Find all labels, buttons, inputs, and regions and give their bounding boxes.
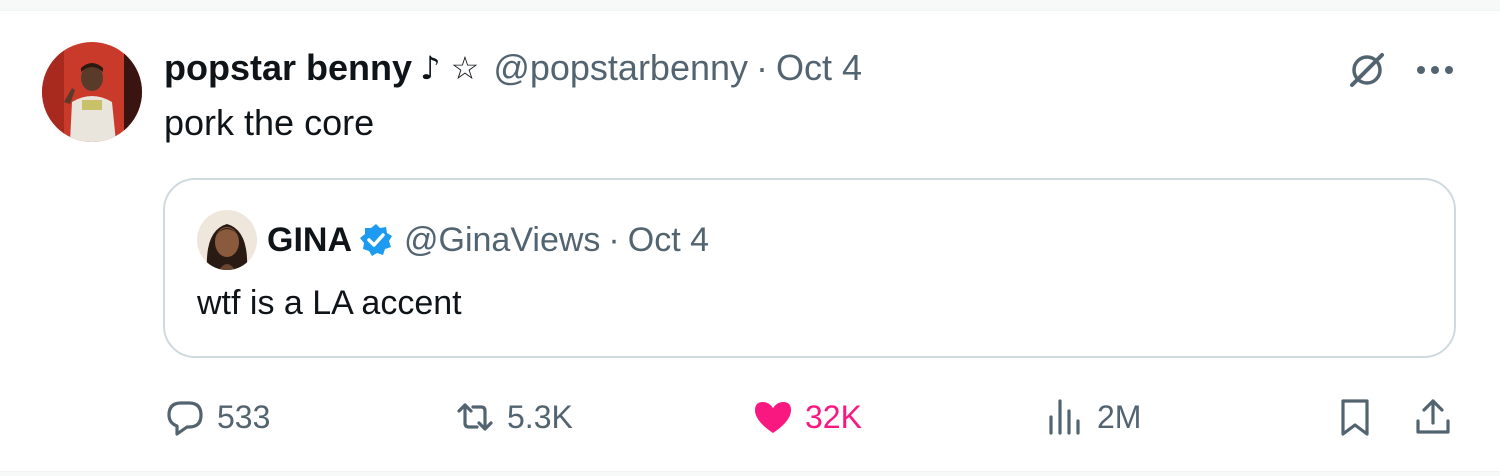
quote-separator-dot: · (608, 220, 620, 259)
author-handle[interactable]: @popstarbenny (493, 47, 748, 89)
reply-count: 533 (217, 398, 271, 435)
author-name[interactable]: popstar benny (164, 47, 412, 89)
like-button[interactable]: 32K (751, 392, 862, 442)
quote-timestamp[interactable]: Oct 4 (628, 221, 709, 260)
quote-author-avatar[interactable] (197, 210, 257, 270)
repost-count: 5.3K (507, 398, 573, 435)
views-button[interactable]: 2M (1043, 392, 1141, 442)
bottom-divider (0, 471, 1500, 476)
reply-button[interactable]: 533 (163, 392, 270, 442)
grok-button[interactable] (1342, 48, 1392, 92)
repost-arrows-icon (457, 403, 493, 431)
bookmark-icon (1341, 399, 1369, 436)
quote-header: GINA @GinaViews · Oct 4 (267, 218, 709, 262)
quote-avatar-image (197, 210, 257, 270)
tweet-timestamp[interactable]: Oct 4 (776, 47, 862, 89)
tweet-actions-bar: 533 5.3K 32K 2M (163, 392, 1463, 442)
more-dots-icon (1417, 66, 1453, 74)
bar-chart-icon (1049, 399, 1080, 435)
verified-badge-icon (358, 222, 394, 258)
share-button[interactable] (1411, 392, 1465, 442)
grok-icon (1350, 53, 1384, 87)
view-count: 2M (1097, 398, 1142, 435)
speech-bubble-icon (167, 401, 203, 436)
more-options-button[interactable] (1410, 48, 1460, 92)
author-avatar[interactable] (42, 42, 142, 142)
name-emoji-glyphs: ♪ ☆ (420, 49, 480, 87)
like-count: 32K (805, 398, 862, 435)
quote-text: wtf is a LA accent (197, 284, 462, 322)
heart-filled-icon (755, 402, 791, 433)
tweet-text: pork the core (164, 102, 375, 143)
separator-dot: · (756, 47, 769, 88)
top-divider (0, 0, 1500, 11)
repost-button[interactable]: 5.3K (453, 392, 573, 442)
quoted-tweet-card[interactable]: GINA @GinaViews · Oct 4 wtf is a LA acce… (163, 178, 1456, 358)
bookmark-button[interactable] (1333, 392, 1387, 442)
author-avatar-image (42, 42, 142, 142)
quote-author-name[interactable]: GINA (267, 221, 352, 260)
quote-author-handle[interactable]: @GinaViews (404, 221, 600, 260)
tweet-header: popstar benny ♪ ☆ @popstarbenny · Oct 4 (164, 46, 862, 90)
share-icon (1416, 399, 1450, 434)
